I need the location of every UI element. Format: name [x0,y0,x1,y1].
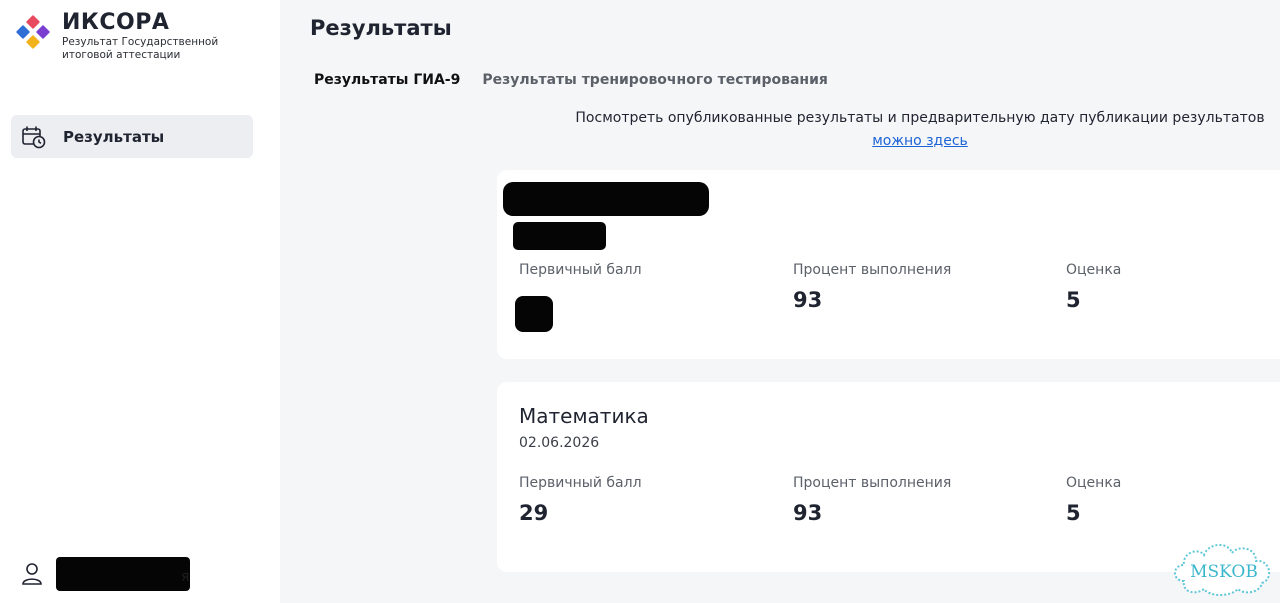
metric-label: Первичный балл [519,262,642,278]
user-icon [20,562,44,586]
metric-label: Процент выполнения [793,475,952,491]
brand-name: ИКСОРА [62,10,170,35]
tab-training-results[interactable]: Результаты тренировочного тестирования [482,72,828,88]
brand-subtitle: Результат Государственной итоговой аттес… [62,36,219,61]
metric-label: Процент выполнения [793,262,952,278]
metric-grade: Оценка 5 [1066,262,1121,312]
metric-value: 93 [793,288,823,312]
metric-completion-percent: Процент выполнения 93 [793,475,951,525]
metric-label: Оценка [1066,475,1122,491]
metric-label: Оценка [1066,262,1122,278]
user-name-suffix: я [181,569,190,585]
brand[interactable]: ИКСОРА Результат Государственной итогово… [15,10,232,62]
metric-completion-percent: Процент выполнения 93 [793,262,951,312]
metric-value: 29 [519,501,549,525]
main-content: Результаты Результаты ГИА-9 Результаты т… [280,0,1280,603]
metric-value: 5 [1066,288,1081,312]
brand-logo-icon [15,14,51,50]
sidebar-item-label: Результаты [63,127,165,146]
metric-value: 5 [1066,501,1081,525]
notice-link[interactable]: можно здесь [872,130,968,153]
brand-text: ИКСОРА Результат Государственной итогово… [62,10,232,62]
metric-grade: Оценка 5 [1066,475,1121,525]
user-profile[interactable]: я [20,557,192,591]
metric-label: Первичный балл [519,475,642,491]
result-card: Первичный балл Процент выполнения 93 Оце… [497,170,1280,359]
metric-primary-score: Первичный балл 29 [519,475,642,525]
metric-primary-score: Первичный балл [515,262,642,332]
result-card: Математика 02.06.2026 Первичный балл 29 … [497,382,1280,572]
publication-notice: Посмотреть опубликованные результаты и п… [560,107,1280,153]
card-date: 02.06.2026 [519,435,600,451]
user-name: я [56,557,192,591]
watermark-text: MSKOB [1190,562,1258,582]
metric-value: 93 [793,501,823,525]
app-root: ИКСОРА Результат Государственной итогово… [0,0,1280,603]
redacted-score [515,296,553,332]
redacted-subject [503,182,709,216]
redacted-date [513,222,606,250]
sidebar-item-results[interactable]: Результаты [11,115,253,158]
redaction-block [56,557,190,591]
tab-gia9-results[interactable]: Результаты ГИА-9 [314,72,460,88]
notice-text: Посмотреть опубликованные результаты и п… [575,110,1265,126]
sidebar: ИКСОРА Результат Государственной итогово… [0,0,280,603]
calendar-clock-icon [21,124,47,150]
card-subject: Математика [519,404,649,428]
watermark-logo: MSKOB [1170,535,1278,599]
page-title: Результаты [310,16,452,40]
tabs: Результаты ГИА-9 Результаты тренировочно… [314,72,828,88]
